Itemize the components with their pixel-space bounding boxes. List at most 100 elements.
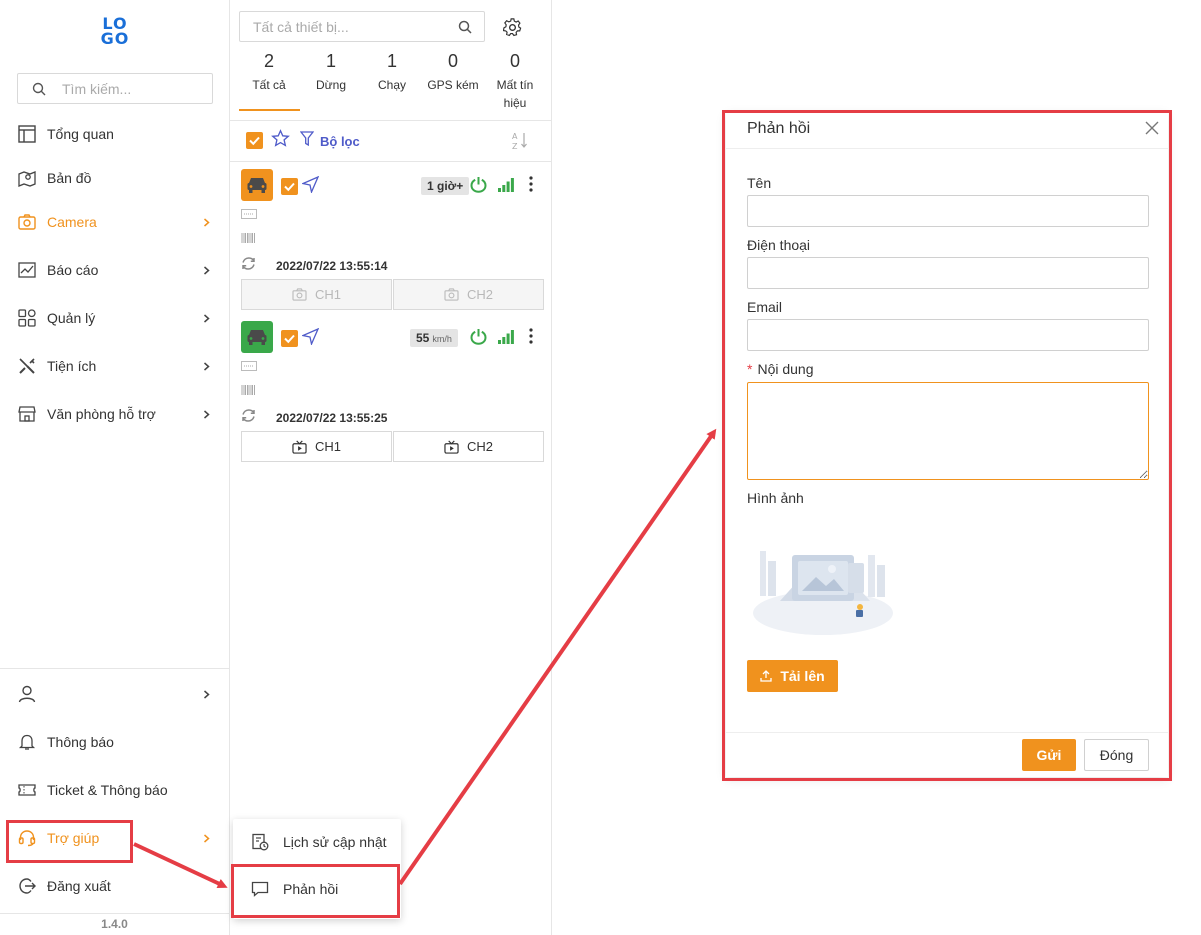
star-icon[interactable] bbox=[271, 129, 290, 148]
sidebar-item-label: Bản đồ bbox=[47, 170, 92, 186]
menu-item-feedback[interactable]: Phản hồi bbox=[233, 866, 401, 912]
chevron-right-icon bbox=[204, 410, 210, 419]
content-label-text: Nội dung bbox=[757, 361, 814, 377]
channel-1-button[interactable]: CH1 bbox=[241, 431, 392, 462]
send-button[interactable]: Gửi bbox=[1022, 739, 1076, 771]
more-options-icon[interactable] bbox=[529, 328, 533, 344]
active-tab-indicator bbox=[239, 109, 300, 111]
menu-item-update-history[interactable]: Lịch sử cập nhật bbox=[233, 819, 401, 865]
menu-item-label: Phản hồi bbox=[283, 881, 339, 897]
stat-label: Tất cả bbox=[252, 78, 286, 92]
speed-badge: 55 km/h bbox=[410, 329, 458, 347]
divider bbox=[0, 668, 229, 669]
sidebar-item-label: Tổng quan bbox=[47, 126, 114, 142]
sidebar-item-quan-ly[interactable]: Quản lý bbox=[0, 298, 229, 338]
headset-icon bbox=[18, 830, 36, 847]
grid-icon bbox=[18, 309, 36, 327]
sidebar-search[interactable] bbox=[17, 73, 213, 104]
stat-label: Mất tín hiệu bbox=[496, 78, 534, 110]
device-panel: 2 Tất cả 1 Dừng 1 Chạy 0 GPS kém 0 Mất t… bbox=[230, 0, 552, 935]
filter-icon[interactable] bbox=[300, 131, 314, 147]
stat-label: Chạy bbox=[377, 78, 406, 92]
refresh-icon[interactable] bbox=[241, 256, 256, 271]
filter-button[interactable]: Bộ lọc bbox=[320, 134, 360, 149]
sidebar-item-bao-cao[interactable]: Báo cáo bbox=[0, 250, 229, 290]
user-icon bbox=[18, 685, 36, 703]
channel-label: CH1 bbox=[314, 287, 341, 302]
email-label: Email bbox=[747, 299, 783, 315]
sidebar-item-thong-bao[interactable]: Thông báo bbox=[0, 722, 229, 762]
search-icon[interactable] bbox=[458, 20, 472, 34]
sidebar-item-tien-ich[interactable]: Tiện ích bbox=[0, 346, 229, 386]
logout-icon bbox=[19, 878, 36, 894]
ticket-icon bbox=[18, 784, 36, 796]
device-search[interactable] bbox=[239, 11, 485, 42]
sidebar-search-input[interactable] bbox=[62, 80, 202, 97]
device-checkbox[interactable] bbox=[281, 330, 298, 347]
svg-text:Z: Z bbox=[512, 142, 518, 150]
sidebar-item-van-phong-ho-tro[interactable]: Văn phòng hỗ trợ bbox=[0, 394, 229, 434]
channel-label: CH2 bbox=[466, 287, 493, 302]
close-icon[interactable] bbox=[1145, 121, 1159, 135]
email-field[interactable] bbox=[747, 319, 1149, 351]
sidebar-item-label: Đăng xuất bbox=[47, 878, 111, 894]
content-textarea[interactable] bbox=[747, 382, 1149, 480]
phone-field[interactable] bbox=[747, 257, 1149, 289]
divider bbox=[726, 148, 1168, 149]
navigation-arrow-icon[interactable] bbox=[302, 176, 319, 193]
upload-icon bbox=[760, 670, 772, 682]
channel-2-button[interactable]: CH2 bbox=[393, 431, 544, 462]
refresh-icon[interactable] bbox=[241, 408, 256, 423]
gear-icon[interactable] bbox=[503, 18, 522, 37]
stat-stopped[interactable]: 1 Dừng bbox=[300, 50, 362, 94]
stat-count: 1 bbox=[386, 51, 397, 71]
check-icon bbox=[284, 334, 295, 344]
channel-2-button[interactable]: CH2 bbox=[393, 279, 544, 310]
stat-all[interactable]: 2 Tất cả bbox=[238, 50, 300, 94]
sidebar-item-tong-quan[interactable]: Tổng quan bbox=[0, 114, 229, 154]
navigation-arrow-icon[interactable] bbox=[302, 328, 319, 345]
name-field[interactable] bbox=[747, 195, 1149, 227]
divider bbox=[230, 120, 551, 121]
channel-1-button[interactable]: CH1 bbox=[241, 279, 392, 310]
plate-icon bbox=[241, 361, 257, 371]
stat-count: 0 bbox=[509, 51, 520, 71]
chevron-right-icon bbox=[204, 834, 210, 843]
sort-az-icon[interactable]: AZ bbox=[511, 130, 529, 150]
sidebar-item-account[interactable] bbox=[0, 674, 229, 714]
device-timestamp: 2022/07/22 13:55:14 bbox=[276, 259, 388, 273]
stat-running[interactable]: 1 Chạy bbox=[361, 50, 423, 94]
sidebar-item-dang-xuat[interactable]: Đăng xuất bbox=[0, 866, 229, 906]
device-checkbox[interactable] bbox=[281, 178, 298, 195]
badge-value: 1 giờ+ bbox=[427, 179, 464, 193]
more-options-icon[interactable] bbox=[529, 176, 533, 192]
stat-lost-signal[interactable]: 0 Mất tín hiệu bbox=[484, 50, 546, 112]
barcode-icon bbox=[241, 233, 255, 243]
shop-icon bbox=[18, 406, 36, 422]
sidebar-item-tro-giup[interactable]: Trợ giúp bbox=[0, 818, 229, 858]
divider bbox=[0, 913, 229, 914]
chevron-right-icon bbox=[204, 690, 210, 699]
device-search-input[interactable] bbox=[253, 18, 453, 35]
map-pin-icon bbox=[18, 171, 36, 187]
badge-value: 55 bbox=[416, 331, 430, 345]
stat-weak-gps[interactable]: 0 GPS kém bbox=[422, 50, 484, 94]
image-label: Hình ảnh bbox=[747, 490, 804, 506]
sidebar-item-camera[interactable]: Camera bbox=[0, 202, 229, 242]
select-all-checkbox[interactable] bbox=[246, 132, 263, 149]
sidebar-item-ban-do[interactable]: Bản đồ bbox=[0, 158, 229, 198]
upload-button[interactable]: Tải lên bbox=[747, 660, 838, 692]
help-submenu: Lịch sử cập nhật Phản hồi bbox=[233, 819, 401, 919]
chevron-right-icon bbox=[204, 314, 210, 323]
sidebar-item-ticket[interactable]: Ticket & Thông báo bbox=[0, 770, 229, 810]
car-icon bbox=[247, 178, 267, 193]
power-icon bbox=[470, 177, 487, 193]
barcode-icon bbox=[241, 385, 255, 395]
close-button[interactable]: Đóng bbox=[1084, 739, 1149, 771]
sidebar-item-label: Camera bbox=[47, 214, 97, 230]
stat-label: GPS kém bbox=[427, 78, 479, 92]
menu-item-label: Lịch sử cập nhật bbox=[283, 834, 387, 850]
plate-icon bbox=[241, 209, 257, 219]
sidebar-item-label: Thông báo bbox=[47, 734, 114, 750]
logo: LO GO bbox=[100, 14, 130, 48]
